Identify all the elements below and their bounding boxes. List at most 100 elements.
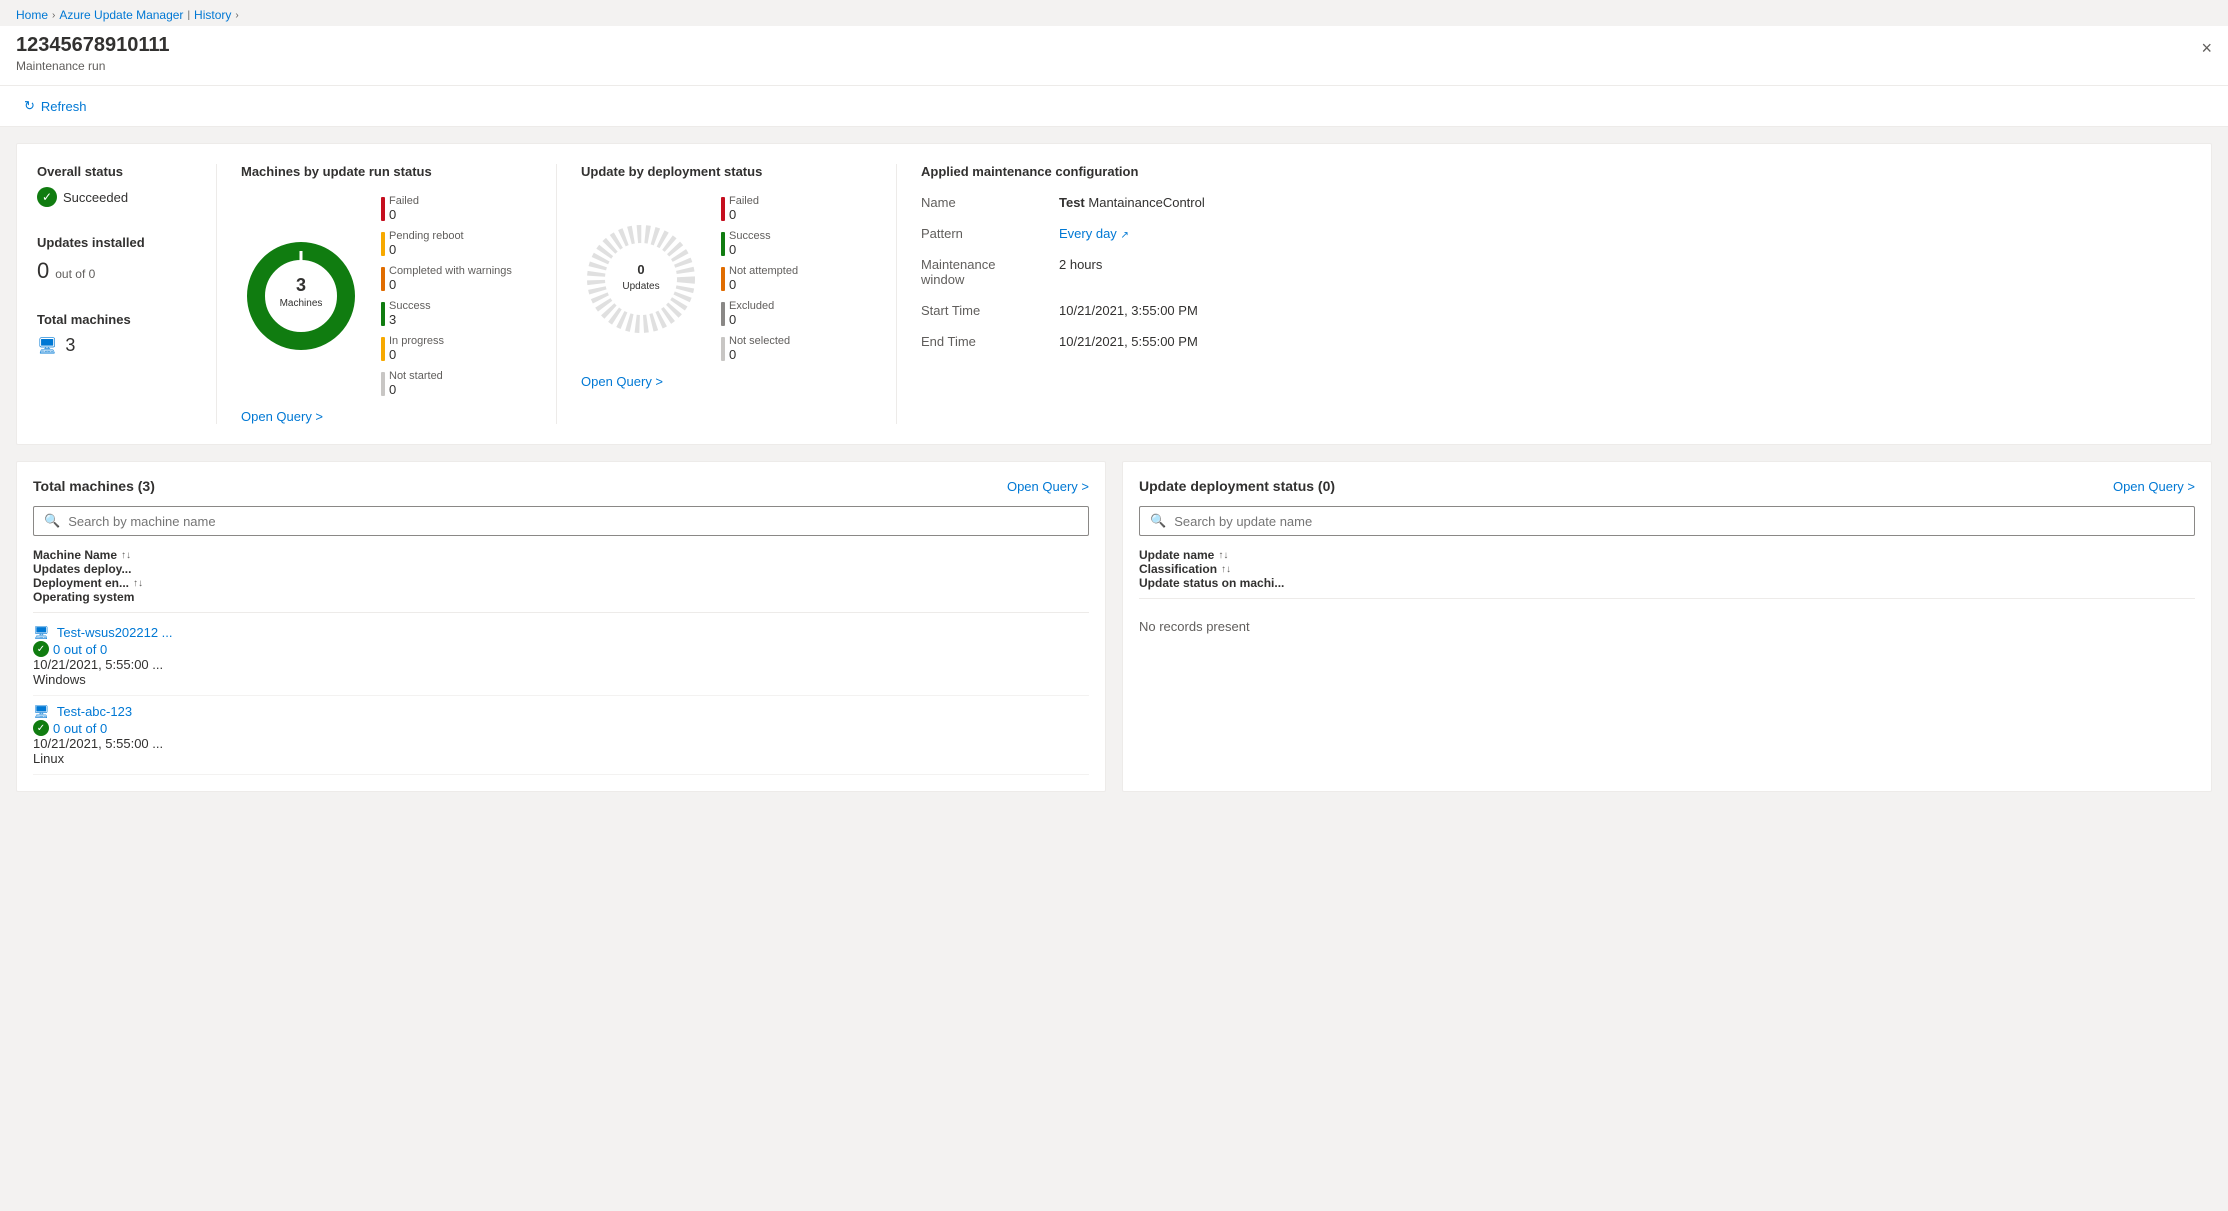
machine-name-cell: 🖥 Test-wsus202212 ... [33,625,1089,641]
config-pattern-value: Every day ↗ [1059,226,2191,241]
config-title: Applied maintenance configuration [921,164,2191,179]
success-bar [381,302,385,326]
machines-table-header: Machine Name ↑↓ Updates deploy... Deploy… [33,548,1089,613]
config-table: Name Test MantainanceControl Pattern Eve… [921,195,2191,349]
svg-text:Updates: Updates [622,281,659,292]
top-panel: Overall status ✓ Succeeded Updates insta… [16,143,2212,445]
pending-reboot-bar [381,232,385,256]
machines-chart-section: Machines by update run status 3 Machines [217,164,557,424]
machine-updates-link[interactable]: 0 out of 0 [53,642,107,657]
deployment-open-query[interactable]: Open Query > [581,374,663,389]
update-name-sort[interactable]: ↑↓ [1218,550,1228,561]
col-classification: Classification ↑↓ [1139,562,2195,576]
toolbar: ↻ Refresh [0,86,2228,127]
updates-search-input[interactable] [1174,514,2184,529]
svg-text:Machines: Machines [280,298,323,309]
machine-updates-cell: ✓ 0 out of 0 [33,641,1089,657]
deployment-legend: Failed 0 Success 0 Not [721,195,798,362]
deployment-donut-chart: 0 Updates [581,219,701,339]
close-button[interactable]: × [2201,38,2212,59]
failed-bar [381,197,385,221]
col-deployment-end: Deployment en... ↑↓ [33,576,1089,590]
status-badge: ✓ Succeeded [37,187,196,207]
breadcrumb: Home › Azure Update Manager | History › [0,0,2228,26]
pattern-link[interactable]: Every day [1059,226,1117,241]
machines-search-input[interactable] [68,514,1078,529]
breadcrumb-azure-update-manager[interactable]: Azure Update Manager [59,8,183,22]
classification-sort[interactable]: ↑↓ [1221,564,1231,575]
updates-search-box[interactable]: 🔍 [1139,506,2195,536]
legend-pending-reboot: Pending reboot 0 [381,230,512,257]
page-subtitle: Maintenance run [16,59,2212,73]
config-window-value: 2 hours [1059,257,2191,287]
machine-name-link[interactable]: Test-wsus202212 ... [57,625,173,640]
col-update-status: Update status on machi... [1139,576,2195,590]
deployment-donut-container: 0 Updates Failed 0 Success [581,195,872,362]
machine-os-cell: Linux [33,751,1089,766]
config-window-label: Maintenancewindow [921,257,1051,287]
breadcrumb-home[interactable]: Home [16,8,48,22]
col-update-name: Update name ↑↓ [1139,548,2195,562]
success-indicator-icon: ✓ [33,720,49,736]
table-row: 🖥 Test-wsus202212 ... ✓ 0 out of 0 10/21… [33,617,1089,696]
machine-name-sort[interactable]: ↑↓ [121,550,131,561]
machines-open-query[interactable]: Open Query > [241,409,323,424]
success-icon: ✓ [37,187,57,207]
machines-search-box[interactable]: 🔍 [33,506,1089,536]
machines-panel-open-query[interactable]: Open Query > [1007,479,1089,494]
updates-installed-label: Updates installed [37,235,196,250]
machines-donut-container: 3 Machines Failed 0 Pending rebo [241,195,532,397]
bottom-panels: Total machines (3) Open Query > 🔍 Machin… [16,461,2212,792]
machine-deployment-end-cell: 10/21/2021, 5:55:00 ... [33,736,1089,751]
refresh-icon: ↻ [24,98,35,114]
depl-legend-not-attempted: Not attempted 0 [721,265,798,292]
machine-updates-cell: ✓ 0 out of 0 [33,720,1089,736]
not-started-bar [381,372,385,396]
updates-panel-title: Update deployment status (0) [1139,478,1335,494]
overall-status-label: Overall status [37,164,196,179]
main-content: Overall status ✓ Succeeded Updates insta… [0,127,2228,808]
config-pattern-label: Pattern [921,226,1051,241]
machines-panel: Total machines (3) Open Query > 🔍 Machin… [16,461,1106,792]
success-indicator-icon: ✓ [33,641,49,657]
status-text: Succeeded [63,190,128,205]
refresh-button[interactable]: ↻ Refresh [16,94,94,118]
config-name-value: Test MantainanceControl [1059,195,2191,210]
total-machines-label: Total machines [37,312,196,327]
depl-legend-not-selected: Not selected 0 [721,335,798,362]
page-header: 12345678910111 Maintenance run × [0,26,2228,86]
legend-in-progress: In progress 0 [381,335,512,362]
breadcrumb-history[interactable]: History [194,8,231,22]
no-records-text: No records present [1139,603,2195,650]
depl-legend-success: Success 0 [721,230,798,257]
updates-panel-open-query[interactable]: Open Query > [2113,479,2195,494]
machines-chart-title: Machines by update run status [241,164,532,179]
legend-completed-warnings: Completed with warnings 0 [381,265,512,292]
machine-os-cell: Windows [33,672,1089,687]
deployment-end-sort[interactable]: ↑↓ [133,578,143,589]
machines-display: 🖥 3 [37,335,196,356]
machine-name-link[interactable]: Test-abc-123 [57,704,132,719]
config-start-label: Start Time [921,303,1051,318]
updates-panel-header: Update deployment status (0) Open Query … [1139,478,2195,494]
col-machine-name: Machine Name ↑↓ [33,548,1089,562]
config-end-label: End Time [921,334,1051,349]
table-row: 🖥 Test-abc-123 ✓ 0 out of 0 10/21/2021, … [33,696,1089,775]
col-os: Operating system [33,590,1089,604]
machine-type-icon: 🖥 [33,704,50,719]
svg-text:0: 0 [637,262,644,277]
config-start-value: 10/21/2021, 3:55:00 PM [1059,303,2191,318]
machine-icon: 🖥 [37,336,57,356]
depl-legend-excluded: Excluded 0 [721,300,798,327]
deployment-chart-title: Update by deployment status [581,164,872,179]
updates-value: 0 [37,258,49,284]
overall-status-section: Overall status ✓ Succeeded Updates insta… [37,164,217,424]
svg-text:3: 3 [296,275,306,295]
config-section: Applied maintenance configuration Name T… [897,164,2191,424]
col-updates-deploy: Updates deploy... [33,562,1089,576]
machines-donut-chart: 3 Machines [241,236,361,356]
external-link-icon: ↗ [1120,230,1128,241]
machine-updates-link[interactable]: 0 out of 0 [53,721,107,736]
config-end-value: 10/21/2021, 5:55:00 PM [1059,334,2191,349]
machines-panel-header: Total machines (3) Open Query > [33,478,1089,494]
